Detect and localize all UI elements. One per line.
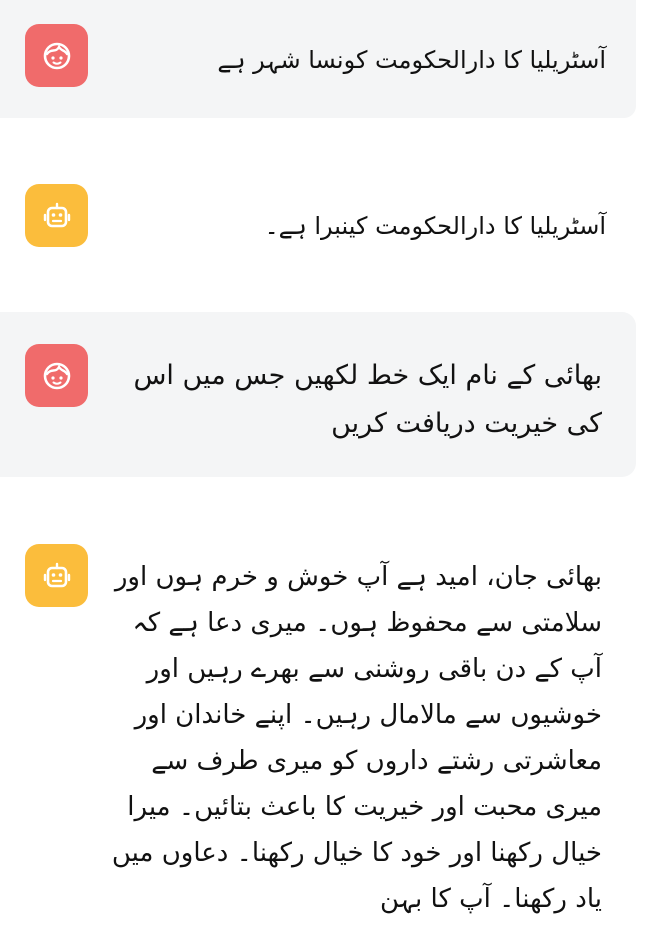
chat-message-user: آسٹریلیا کا دارالحکومت کونسا شہر ہے	[0, 0, 636, 118]
robot-icon	[42, 201, 72, 231]
message-text: بھائی جان، امید ہے آپ خوش و خرم ہوں اور …	[111, 562, 602, 914]
user-avatar	[25, 344, 88, 407]
bot-avatar	[25, 184, 88, 247]
chat-message-bot: آسٹریلیا کا دارالحکومت کینبرا ہے۔	[0, 160, 636, 270]
chat-message-user: بھائی کے نام ایک خط لکھیں جس میں اس کی خ…	[0, 312, 636, 477]
message-text: بھائی کے نام ایک خط لکھیں جس میں اس کی خ…	[133, 360, 602, 439]
message-text: آسٹریلیا کا دارالحکومت کینبرا ہے۔	[264, 212, 606, 240]
robot-icon	[42, 561, 72, 591]
user-face-icon	[42, 361, 72, 391]
user-avatar	[25, 24, 88, 87]
bot-avatar	[25, 544, 88, 607]
user-face-icon	[42, 41, 72, 71]
message-text: آسٹریلیا کا دارالحکومت کونسا شہر ہے	[217, 46, 606, 74]
chat-message-bot: بھائی جان، امید ہے آپ خوش و خرم ہوں اور …	[0, 520, 636, 938]
